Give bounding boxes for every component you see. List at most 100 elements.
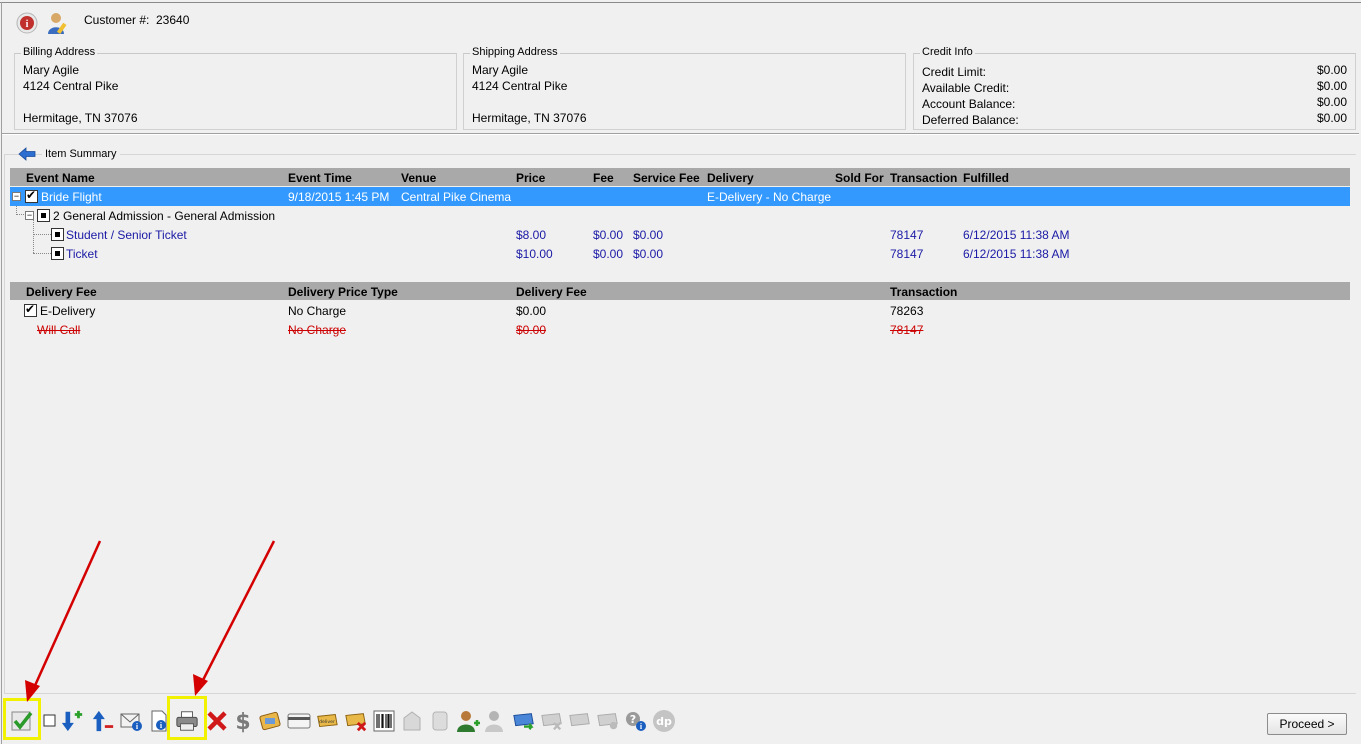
delivery-remove-icon[interactable] [344, 709, 368, 733]
dollar-icon[interactable]: $ [231, 709, 255, 733]
printer-icon[interactable] [175, 709, 199, 733]
delivery-fee: $0.00 [516, 323, 547, 337]
ticket-fee: $0.00 [593, 228, 624, 242]
billing-address-group: Billing Address Mary Agile 4124 Central … [14, 46, 457, 130]
collapse-toggle[interactable]: − [12, 192, 21, 201]
available-credit-value: $0.00 [1316, 79, 1347, 93]
card-icon[interactable] [287, 709, 311, 733]
delivery-transaction: 78147 [890, 323, 924, 337]
delivery-icon[interactable]: deliver [315, 709, 339, 733]
credit-info-group: Credit Info Credit Limit: $0.00 Availabl… [913, 46, 1356, 130]
svg-text:i: i [26, 19, 29, 30]
user-gray-icon[interactable] [484, 709, 508, 733]
ticket-checkbox[interactable] [51, 228, 64, 241]
ticket-fulfilled: 6/12/2015 11:38 AM [963, 247, 1070, 261]
svg-text:dp: dp [656, 715, 672, 728]
delivery-price-type: No Charge [288, 323, 347, 337]
ticket-row[interactable]: Student / Senior Ticket $8.00 $0.00 $0.0… [10, 225, 1350, 244]
ticket-service-fee: $0.00 [633, 247, 664, 261]
question-icon[interactable]: ? i [624, 709, 648, 733]
proceed-button[interactable]: Proceed > [1267, 713, 1347, 735]
billing-city: Hermitage, TN 37076 [23, 111, 138, 125]
col-transaction[interactable]: Transaction [890, 171, 957, 185]
checkbox-icon[interactable] [38, 709, 62, 733]
delivery-transaction: 78263 [890, 304, 924, 318]
user-edit-icon[interactable] [46, 11, 70, 35]
ticket-checkbox[interactable] [51, 247, 64, 260]
shipping-city: Hermitage, TN 37076 [472, 111, 587, 125]
col-event-name[interactable]: Event Name [26, 171, 95, 185]
items-grid-header: Event Name Event Time Venue Price Fee Se… [10, 168, 1350, 186]
scroll-gray-icon[interactable] [428, 709, 452, 733]
barcode-icon[interactable] [372, 709, 396, 733]
delivery-fee: $0.00 [516, 304, 547, 318]
event-name: Bride Flight [41, 190, 102, 204]
account-balance-value: $0.00 [1316, 95, 1347, 109]
col-delivery-price-type[interactable]: Delivery Price Type [288, 285, 398, 299]
col-fee[interactable]: Fee [593, 171, 614, 185]
delivery-row[interactable]: Will Call No Charge $0.00 78147 [10, 320, 1350, 339]
col-price[interactable]: Price [516, 171, 545, 185]
ticket-price: $10.00 [516, 247, 553, 261]
info-icon[interactable]: i [15, 11, 39, 35]
ticket-transaction: 78147 [890, 247, 924, 261]
delete-icon[interactable] [205, 709, 229, 733]
credit-info-title: Credit Info [920, 46, 975, 58]
col-venue[interactable]: Venue [401, 171, 436, 185]
shipping-address-group: Shipping Address Mary Agile 4124 Central… [463, 46, 906, 130]
group-label: 2 General Admission - General Admission [53, 209, 276, 223]
delivery-price-type: No Charge [288, 304, 347, 318]
window-border-left [1, 2, 2, 744]
ticket-info-gray-icon[interactable] [596, 709, 620, 733]
deferred-balance-value: $0.00 [1316, 111, 1347, 125]
email-info-icon[interactable]: i [120, 709, 144, 733]
envelope-gray-icon[interactable] [400, 709, 424, 733]
user-add-icon[interactable] [456, 709, 480, 733]
window-border-top [0, 2, 1361, 3]
svg-text:deliver: deliver [319, 719, 335, 725]
delivery-name: Will Call [37, 323, 81, 337]
ticket-gray-icon[interactable] [568, 709, 592, 733]
item-summary-title: Item Summary [42, 148, 120, 160]
dp-icon[interactable]: dp [652, 709, 676, 733]
ticket-price: $8.00 [516, 228, 547, 242]
move-up-remove-icon[interactable] [91, 709, 115, 733]
group-checkbox[interactable] [37, 209, 50, 222]
ticket-transaction: 78147 [890, 228, 924, 242]
event-row[interactable]: − Bride Flight 9/18/2015 1:45 PM Central… [10, 187, 1350, 206]
customer-number: 23640 [156, 13, 190, 27]
shipping-street: 4124 Central Pike [472, 79, 568, 93]
ticket-service-fee: $0.00 [633, 228, 664, 242]
available-credit-label: Available Credit: [922, 81, 1010, 95]
delivery-name: E-Delivery [40, 304, 96, 318]
delivery-checkbox[interactable] [24, 302, 37, 317]
col-sold-for[interactable]: Sold For [835, 171, 884, 185]
account-balance-label: Account Balance: [922, 97, 1016, 111]
col-delivery-fee-name[interactable]: Delivery Fee [26, 285, 97, 299]
deferred-balance-label: Deferred Balance: [922, 113, 1019, 127]
col-event-time[interactable]: Event Time [288, 171, 352, 185]
shipping-address-title: Shipping Address [470, 46, 560, 58]
ticket-icon[interactable] [259, 709, 283, 733]
ticket-row[interactable]: Ticket $10.00 $0.00 $0.00 78147 6/12/201… [10, 244, 1350, 263]
col-fulfilled[interactable]: Fulfilled [963, 171, 1009, 185]
delivery-row[interactable]: E-Delivery No Charge $0.00 78263 [10, 301, 1350, 320]
document-info-icon[interactable]: i [148, 709, 172, 733]
col-delivery-transaction[interactable]: Transaction [890, 285, 957, 299]
event-delivery: E-Delivery - No Charge [707, 190, 832, 204]
billing-street: 4124 Central Pike [23, 79, 119, 93]
collapse-toggle[interactable]: − [25, 211, 34, 220]
credit-limit-label: Credit Limit: [922, 65, 987, 79]
back-arrow-icon[interactable] [18, 146, 36, 162]
delivery-forward-icon[interactable] [512, 709, 536, 733]
checkmark-icon[interactable] [10, 709, 34, 733]
delivery-grid-header: Delivery Fee Delivery Price Type Deliver… [10, 282, 1350, 300]
col-delivery[interactable]: Delivery [707, 171, 754, 185]
col-service-fee[interactable]: Service Fee [633, 171, 700, 185]
event-checkbox[interactable] [25, 188, 38, 203]
event-time: 9/18/2015 1:45 PM [288, 190, 390, 204]
move-down-icon[interactable] [60, 709, 84, 733]
ticket-remove-gray-icon[interactable] [540, 709, 564, 733]
col-delivery-fee[interactable]: Delivery Fee [516, 285, 587, 299]
admission-group-row[interactable]: − 2 General Admission - General Admissio… [10, 206, 1350, 225]
